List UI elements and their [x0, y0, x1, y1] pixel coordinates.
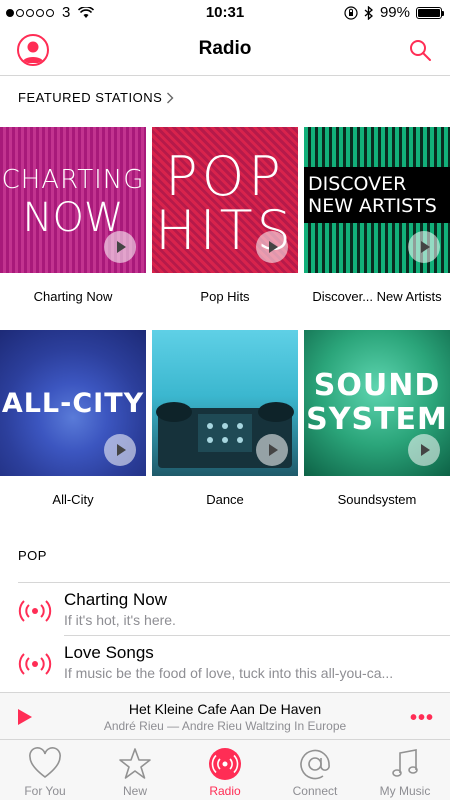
tab-radio[interactable]: Radio — [180, 740, 270, 800]
list-item-title: Love Songs — [64, 643, 154, 662]
station-tile-soundsystem[interactable]: SOUND SYSTEM — [304, 330, 450, 476]
tile-art-text: SOUND — [313, 368, 441, 403]
play-icon[interactable] — [104, 231, 136, 263]
search-icon[interactable] — [408, 38, 432, 62]
featured-stations-label: FEATURED STATIONS — [18, 90, 163, 105]
tile-art-text: NEW ARTISTS — [308, 195, 437, 217]
battery-percent: 99% — [379, 4, 410, 21]
tile-art-text: ALL-CITY — [1, 388, 145, 419]
divider — [18, 582, 450, 583]
now-playing-subtitle: André Rieu — Andre Rieu Waltzing In Euro… — [103, 719, 347, 733]
play-icon[interactable] — [408, 231, 440, 263]
more-options-icon[interactable]: ••• — [410, 707, 434, 730]
play-icon[interactable] — [256, 434, 288, 466]
tab-connect[interactable]: Connect — [270, 740, 360, 800]
play-icon[interactable] — [408, 434, 440, 466]
orientation-lock-icon — [344, 5, 358, 20]
status-bar: 3 10:31 99% — [0, 0, 450, 26]
list-item-subtitle: If music be the food of love, tuck into … — [64, 665, 394, 681]
radio-broadcast-icon — [18, 653, 52, 675]
station-label[interactable]: Dance — [152, 492, 298, 507]
tab-label: Connect — [292, 784, 338, 798]
station-tile-all-city[interactable]: ALL-CITY — [0, 330, 146, 476]
page-title: Radio — [198, 38, 252, 59]
tab-label: My Music — [379, 784, 431, 798]
station-label[interactable]: All-City — [0, 492, 146, 507]
status-right: 99% — [344, 4, 444, 21]
heart-icon — [29, 747, 61, 779]
chevron-right-icon — [167, 92, 174, 103]
tab-for-you[interactable]: For You — [0, 740, 90, 800]
now-playing-title: Het Kleine Cafe Aan De Haven — [128, 701, 322, 717]
music-note-icon — [392, 749, 418, 777]
navigation-bar: Radio — [0, 26, 450, 76]
tab-bar: For You New Radio Connect My Music — [0, 740, 450, 800]
at-icon — [300, 749, 330, 780]
station-label[interactable]: Discover... New Artists — [304, 289, 450, 304]
play-icon[interactable] — [104, 434, 136, 466]
station-label[interactable]: Pop Hits — [152, 289, 298, 304]
bluetooth-icon — [364, 5, 373, 20]
list-item[interactable]: Love Songs If music be the food of love,… — [0, 637, 450, 689]
station-label[interactable]: Charting Now — [0, 289, 146, 304]
mini-player[interactable]: Het Kleine Cafe Aan De Haven André Rieu … — [0, 692, 450, 740]
tab-label: Radio — [209, 784, 241, 798]
tab-label: New — [122, 784, 147, 798]
station-tile-pop-hits[interactable]: POP HITS — [152, 127, 298, 273]
star-icon — [119, 748, 151, 779]
list-item-title: Charting Now — [64, 590, 167, 609]
tile-art-text: CHARTING — [1, 165, 145, 195]
list-item[interactable]: Charting Now If it's hot, it's here. — [0, 584, 450, 636]
divider — [64, 635, 450, 636]
radio-broadcast-icon — [18, 600, 52, 622]
station-tile-dance[interactable] — [152, 330, 298, 476]
battery-fill — [418, 8, 440, 17]
radio-icon — [209, 748, 241, 780]
tile-art-text: DISCOVER — [308, 173, 407, 195]
station-tile-charting-now[interactable]: CHARTING NOW — [0, 127, 146, 273]
list-item-subtitle: If it's hot, it's here. — [64, 612, 176, 628]
tab-new[interactable]: New — [90, 740, 180, 800]
featured-stations-header[interactable]: FEATURED STATIONS — [18, 90, 174, 105]
battery-icon — [416, 6, 444, 19]
tab-my-music[interactable]: My Music — [360, 740, 450, 800]
play-icon[interactable] — [256, 231, 288, 263]
tab-label: For You — [24, 784, 66, 798]
tile-art-text: SYSTEM — [306, 402, 448, 437]
station-label[interactable]: Soundsystem — [304, 492, 450, 507]
pop-section-header: POP — [18, 548, 47, 563]
station-tile-discover-new-artists[interactable]: DISCOVER NEW ARTISTS — [304, 127, 450, 273]
